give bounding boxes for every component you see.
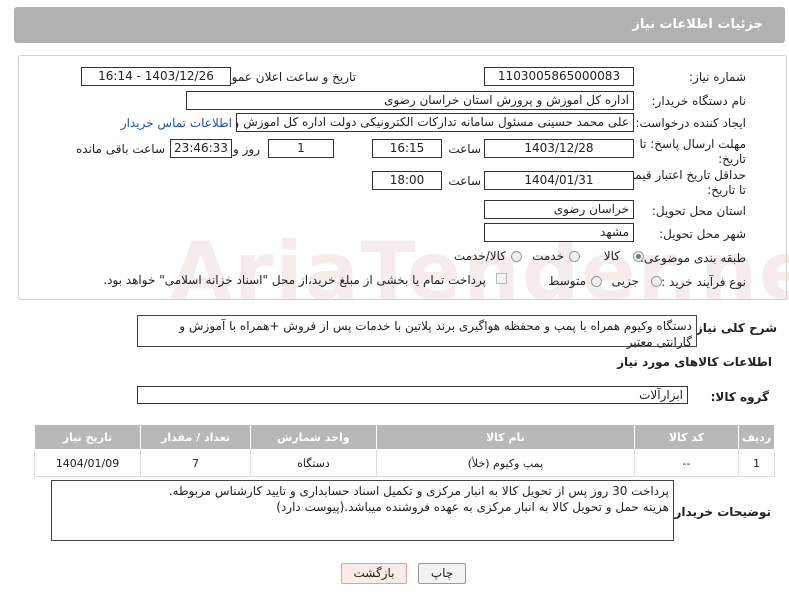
cell-row-number: 1 [737,449,776,477]
purchase-type-label: نوع فرآیند خرید : [661,275,746,289]
description-label: شرح کلی نیاز: [691,321,777,335]
category-option-service: خدمت [532,249,564,263]
price-time-label: ساعت [448,174,481,188]
contact-buyer-link[interactable]: اطلاعات تماس خریدار [121,116,232,130]
need-number-field: 1103005865000083 [484,67,634,86]
remaining-time-field: 23:46:33 [170,139,232,158]
city-label: شهر محل تحویل: [659,227,746,241]
province-field: خراسان رضوی [484,200,634,219]
cell-quantity: 7 [140,449,252,477]
goods-group-field: ابزارآلات [137,386,688,404]
goods-section-title: اطلاعات کالاهای مورد نیاز [617,355,772,369]
buyer-org-label: نام دستگاه خریدار: [651,94,747,108]
price-time-field: 18:00 [372,171,442,190]
reply-date-field: 1403/12/28 [484,139,634,158]
purchase-radio-medium[interactable] [591,276,602,287]
reply-time-label: ساعت [448,142,481,156]
page-header: جزئیات اطلاعات نیاز [14,7,785,43]
description-box: دستگاه وکیوم همراه با پمپ و محفظه هواگیر… [137,315,697,349]
purchase-option-minor: جزیی [611,274,639,288]
col-row-number: ردیف [737,424,776,450]
category-radio-service[interactable] [569,251,580,262]
announce-label: تاریخ و ساعت اعلان عمومی: [211,70,356,84]
treasury-payment-checkbox[interactable] [496,273,507,284]
buyer-notes-line-1: پرداخت 30 روز پس از تحویل کالا به انبار … [168,484,669,498]
need-number-label: شماره نیاز: [689,70,746,84]
days-field: 1 [268,139,334,158]
category-label: طبقه بندی موضوعی: [639,251,746,265]
col-need-date: تاریخ نیاز [33,424,142,450]
announce-field: 1403/12/26 - 16:14 [81,67,231,86]
city-field: مشهد [484,223,634,242]
category-radio-goods[interactable] [633,251,644,262]
cell-item-name: پمپ وکیوم (خلأ) [375,449,636,477]
creator-field: علی محمد حسینی مسئول سامانه تدارکات الکت… [236,113,634,132]
creator-label: ایجاد کننده درخواست: [635,116,746,130]
page-title: جزئیات اطلاعات نیاز [632,17,763,32]
purchase-radio-minor[interactable] [651,276,662,287]
table-header-row: ردیف کد کالا نام کالا واحد شمارش تعداد /… [33,424,776,450]
goods-table: ردیف کد کالا نام کالا واحد شمارش تعداد /… [33,424,776,477]
table-row: 1 -- پمپ وکیوم (خلأ) دستگاه 7 1404/01/09 [33,449,776,477]
category-option-goods: کالا [603,249,620,263]
buyer-org-field: اداره کل اموزش و پرورش استان خراسان رضوی [186,91,634,110]
category-option-goods-service: کالا/خدمت [453,249,506,263]
price-validity-label: حداقل تاریخ اعتبار قیمت: تا تاریخ: [619,168,746,197]
back-button[interactable]: بازگشت [341,563,407,584]
price-date-field: 1404/01/31 [484,171,634,190]
col-quantity: تعداد / مقدار [140,424,252,450]
col-item-code: کد کالا [634,424,739,450]
cell-item-code: -- [634,449,739,477]
province-label: استان محل تحویل: [651,204,746,218]
buyer-notes-box: پرداخت 30 روز پس از تحویل کالا به انبار … [51,480,674,541]
col-unit: واحد شمارش [250,424,377,450]
category-radio-goods-service[interactable] [511,251,522,262]
cell-need-date: 1404/01/09 [33,449,142,477]
col-item-name: نام کالا [375,424,636,450]
days-label: روز و [233,142,260,156]
buyer-notes-line-2: هزینه حمل و تحویل کالا به انبار مرکزی به… [276,500,669,514]
purchase-option-medium: متوسط [548,274,586,288]
cell-unit: دستگاه [250,449,377,477]
buyer-notes-label: توضیحات خریدار: [669,505,771,519]
reply-time-field: 16:15 [372,139,442,158]
remaining-label: ساعت باقی مانده [75,142,165,156]
reply-deadline-label: مهلت ارسال پاسخ: تا تاریخ: [639,137,746,166]
treasury-payment-note: پرداخت تمام یا بخشی از مبلغ خرید،از محل … [103,273,486,287]
print-button[interactable]: چاپ [418,563,466,584]
goods-group-label: گروه کالا: [710,390,769,404]
